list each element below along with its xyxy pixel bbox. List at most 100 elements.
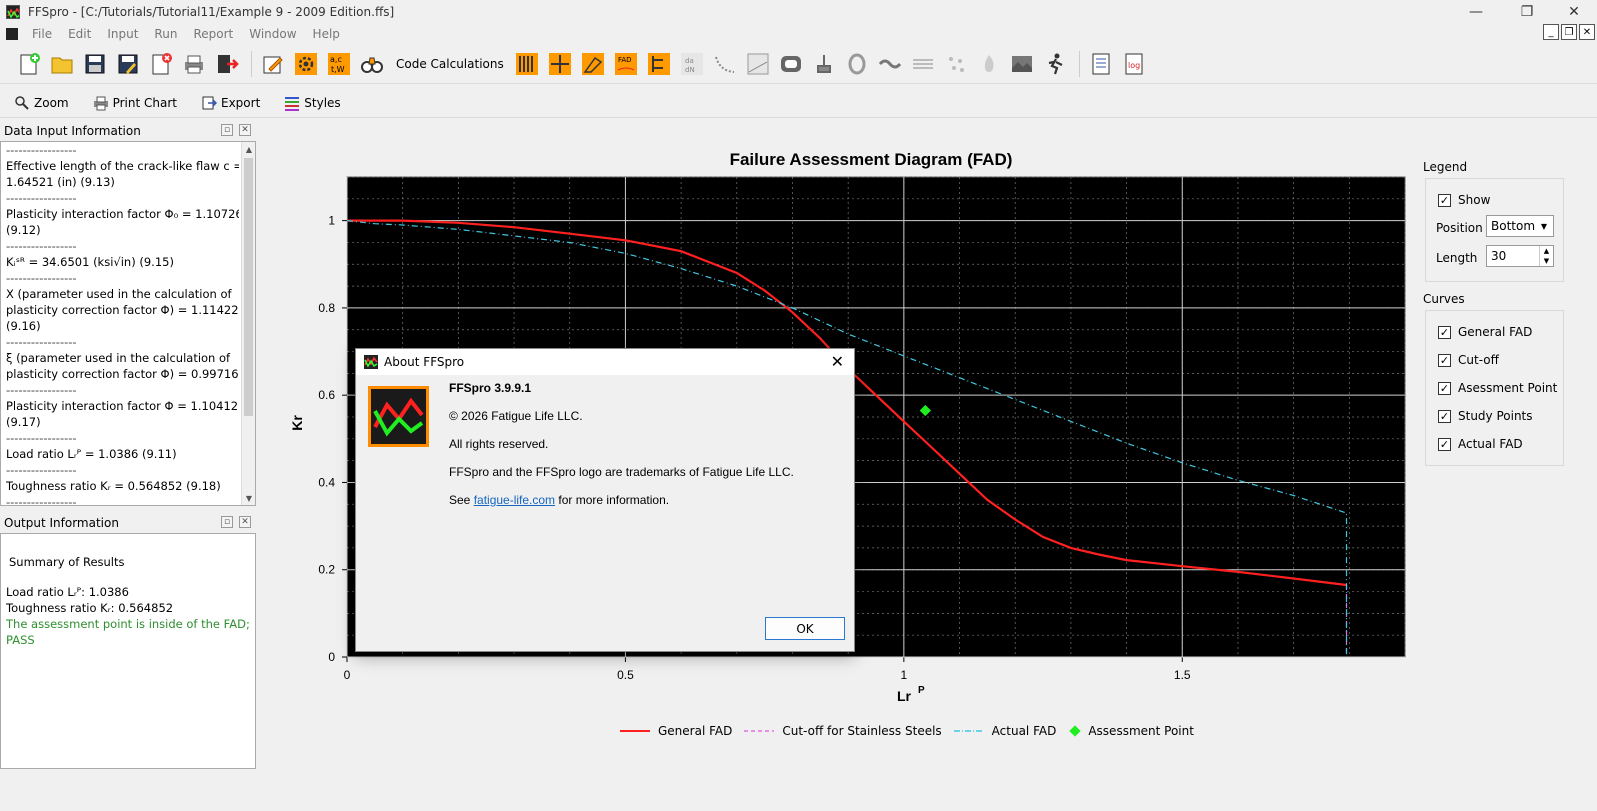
about-dialog-titlebar: About FFSpro ✕ <box>356 349 854 375</box>
curve-general-fad-checkbox[interactable]: ✓ General FAD <box>1438 325 1532 339</box>
checkbox-icon[interactable]: ✓ <box>1438 381 1451 395</box>
save-button[interactable] <box>82 51 108 77</box>
y-axis-label: Kr <box>290 415 305 431</box>
weld-misalignment-button[interactable] <box>910 51 936 77</box>
checkbox-icon[interactable]: ✓ <box>1438 409 1451 423</box>
menu-run[interactable]: Run <box>146 27 185 41</box>
about-website-link[interactable]: fatigue-life.com <box>474 493 555 507</box>
curve-assessment-point-checkbox[interactable]: ✓ Asessment Point <box>1438 381 1557 395</box>
styles-button[interactable]: Styles <box>284 95 341 111</box>
maximize-button[interactable]: ❐ <box>1504 0 1550 24</box>
mdi-close-button[interactable]: ✕ <box>1579 24 1595 40</box>
menu-window[interactable]: Window <box>241 27 304 41</box>
pitting-button[interactable] <box>580 51 606 77</box>
data-input-line: ----------------- <box>6 335 77 349</box>
print-chart-label: Print Chart <box>112 95 177 110</box>
legend-assessment-point: Assessment Point <box>1068 724 1194 738</box>
about-see-prefix: See <box>449 493 474 507</box>
dent-button[interactable] <box>811 51 837 77</box>
scroll-thumb[interactable] <box>244 158 253 416</box>
checkbox-icon[interactable]: ✓ <box>1438 353 1451 367</box>
menu-input[interactable]: Input <box>99 27 146 41</box>
hydrogen-button[interactable] <box>943 51 969 77</box>
toughness-ratio-result: Toughness ratio Kᵣ: 0.564852 <box>6 601 174 615</box>
exit-button[interactable] <box>214 51 240 77</box>
close-file-button[interactable] <box>148 51 174 77</box>
units-abc-button[interactable]: a,c t,W <box>326 51 352 77</box>
open-folder-button[interactable] <box>49 51 75 77</box>
report-button[interactable] <box>1088 51 1114 77</box>
laminations-button[interactable] <box>877 51 903 77</box>
x-tick-label: 1 <box>900 668 907 682</box>
mdi-minimize-button[interactable]: _ <box>1543 24 1559 40</box>
show-legend-checkbox[interactable]: ✓ Show <box>1438 193 1490 207</box>
curve-actual-fad-checkbox[interactable]: ✓ Actual FAD <box>1438 437 1523 451</box>
scroll-up-icon[interactable]: ▲ <box>242 142 255 156</box>
terrain-button[interactable] <box>1009 51 1035 77</box>
close-panel-icon[interactable]: ✕ <box>239 516 251 528</box>
data-input-scrollbar[interactable]: ▲ ▼ <box>241 142 255 505</box>
data-input-panel-header: Data Input Information ▫ ✕ <box>0 122 255 140</box>
ring-button[interactable] <box>844 51 870 77</box>
curve-cutoff-checkbox[interactable]: ✓ Cut-off <box>1438 353 1499 367</box>
ok-button[interactable]: OK <box>765 617 845 640</box>
crack-growth-button[interactable]: da dN <box>679 51 705 77</box>
legend-section-title: Legend <box>1423 160 1468 174</box>
legend-length-spinbox[interactable]: 30 ▲ ▼ <box>1486 245 1554 267</box>
checkbox-icon[interactable]: ✓ <box>1438 325 1451 339</box>
thickness-profile-button[interactable] <box>514 51 540 77</box>
checkbox-icon[interactable]: ✓ <box>1438 193 1451 207</box>
run-button[interactable] <box>1042 51 1068 77</box>
inspection-goggles-button[interactable] <box>359 51 385 77</box>
scroll-down-icon[interactable]: ▼ <box>242 491 255 505</box>
data-input-line: ----------------- <box>6 239 77 253</box>
fire-damage-button[interactable] <box>976 51 1002 77</box>
app-window: FFSpro - [C:/Tutorials/Tutorial11/Exampl… <box>0 0 1597 811</box>
edit-input-button[interactable] <box>260 51 286 77</box>
dialog-close-icon[interactable]: ✕ <box>831 352 844 371</box>
new-file-button[interactable] <box>16 51 42 77</box>
chevron-down-icon: ▼ <box>1540 222 1547 231</box>
load-ratio-result: Load ratio Lᵣᴾ: 1.0386 <box>6 585 129 599</box>
fad-button[interactable]: FAD <box>613 51 639 77</box>
about-see-suffix: for more information. <box>555 493 670 507</box>
float-panel-icon[interactable]: ▫ <box>221 516 233 528</box>
styles-icon <box>285 96 300 111</box>
menu-help[interactable]: Help <box>305 27 348 41</box>
curve-study-points-checkbox[interactable]: ✓ Study Points <box>1438 409 1533 423</box>
print-chart-button[interactable]: Print Chart <box>93 95 177 111</box>
menu-edit[interactable]: Edit <box>60 27 99 41</box>
ffspro-logo <box>368 386 429 447</box>
svg-text:a,c: a,c <box>330 55 342 64</box>
svg-text:da: da <box>685 57 694 65</box>
about-dialog-title: About FFSpro <box>384 355 465 369</box>
toolbar-separator <box>1078 50 1080 77</box>
data-input-line: ----------------- <box>6 463 77 477</box>
chart-legend: General FAD Cut-off for Stainless Steels… <box>620 724 1206 738</box>
svg-text:dN: dN <box>685 66 695 74</box>
creep-button[interactable] <box>745 51 771 77</box>
close-button[interactable]: ✕ <box>1551 0 1597 24</box>
y-tick-label: 0.8 <box>318 301 335 315</box>
float-panel-icon[interactable]: ▫ <box>221 124 233 136</box>
save-as-button[interactable] <box>115 51 141 77</box>
legend-position-select[interactable]: Bottom ▼ <box>1486 215 1554 237</box>
log-button[interactable]: log <box>1121 51 1147 77</box>
zoom-button[interactable]: Zoom <box>14 95 69 111</box>
settings-gear-icon[interactable] <box>293 51 319 77</box>
tree-diagram-button[interactable] <box>646 51 672 77</box>
local-metal-loss-button[interactable] <box>547 51 573 77</box>
spin-up-icon[interactable]: ▲ <box>1544 247 1549 255</box>
print-button[interactable] <box>181 51 207 77</box>
export-button[interactable]: Export <box>201 95 260 111</box>
mdi-restore-button[interactable]: ❐ <box>1561 24 1577 40</box>
checkbox-icon[interactable]: ✓ <box>1438 437 1451 451</box>
spin-down-icon[interactable]: ▼ <box>1544 257 1549 265</box>
minimize-button[interactable]: — <box>1453 0 1499 24</box>
data-input-line: ----------------- <box>6 383 77 397</box>
blister-button[interactable] <box>778 51 804 77</box>
menu-report[interactable]: Report <box>185 27 241 41</box>
menu-file[interactable]: File <box>24 27 60 41</box>
close-panel-icon[interactable]: ✕ <box>239 124 251 136</box>
curve-fit-button[interactable] <box>712 51 738 77</box>
